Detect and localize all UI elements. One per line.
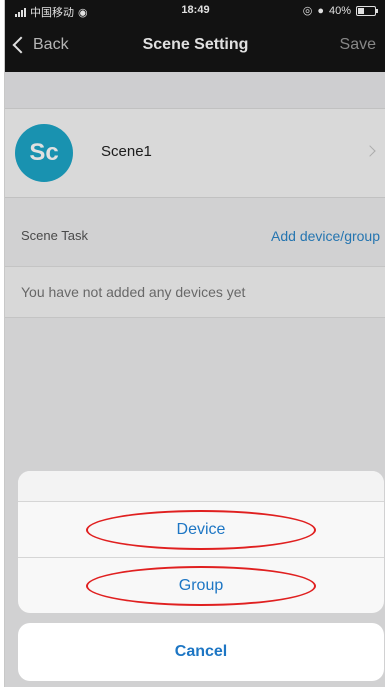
- action-sheet: Device Group: [18, 471, 384, 613]
- cancel-label: Cancel: [174, 643, 228, 660]
- cancel-button[interactable]: Cancel: [18, 623, 384, 681]
- group-option-label: Group: [178, 576, 224, 594]
- phone-screen: 中国移动 ◉ 18:49 ◎ ● 40% Back Scene Setting …: [4, 0, 385, 687]
- action-sheet-header: [18, 471, 384, 502]
- device-option-label: Device: [176, 520, 226, 538]
- group-option[interactable]: Group: [18, 557, 384, 613]
- device-option[interactable]: Device: [18, 502, 384, 557]
